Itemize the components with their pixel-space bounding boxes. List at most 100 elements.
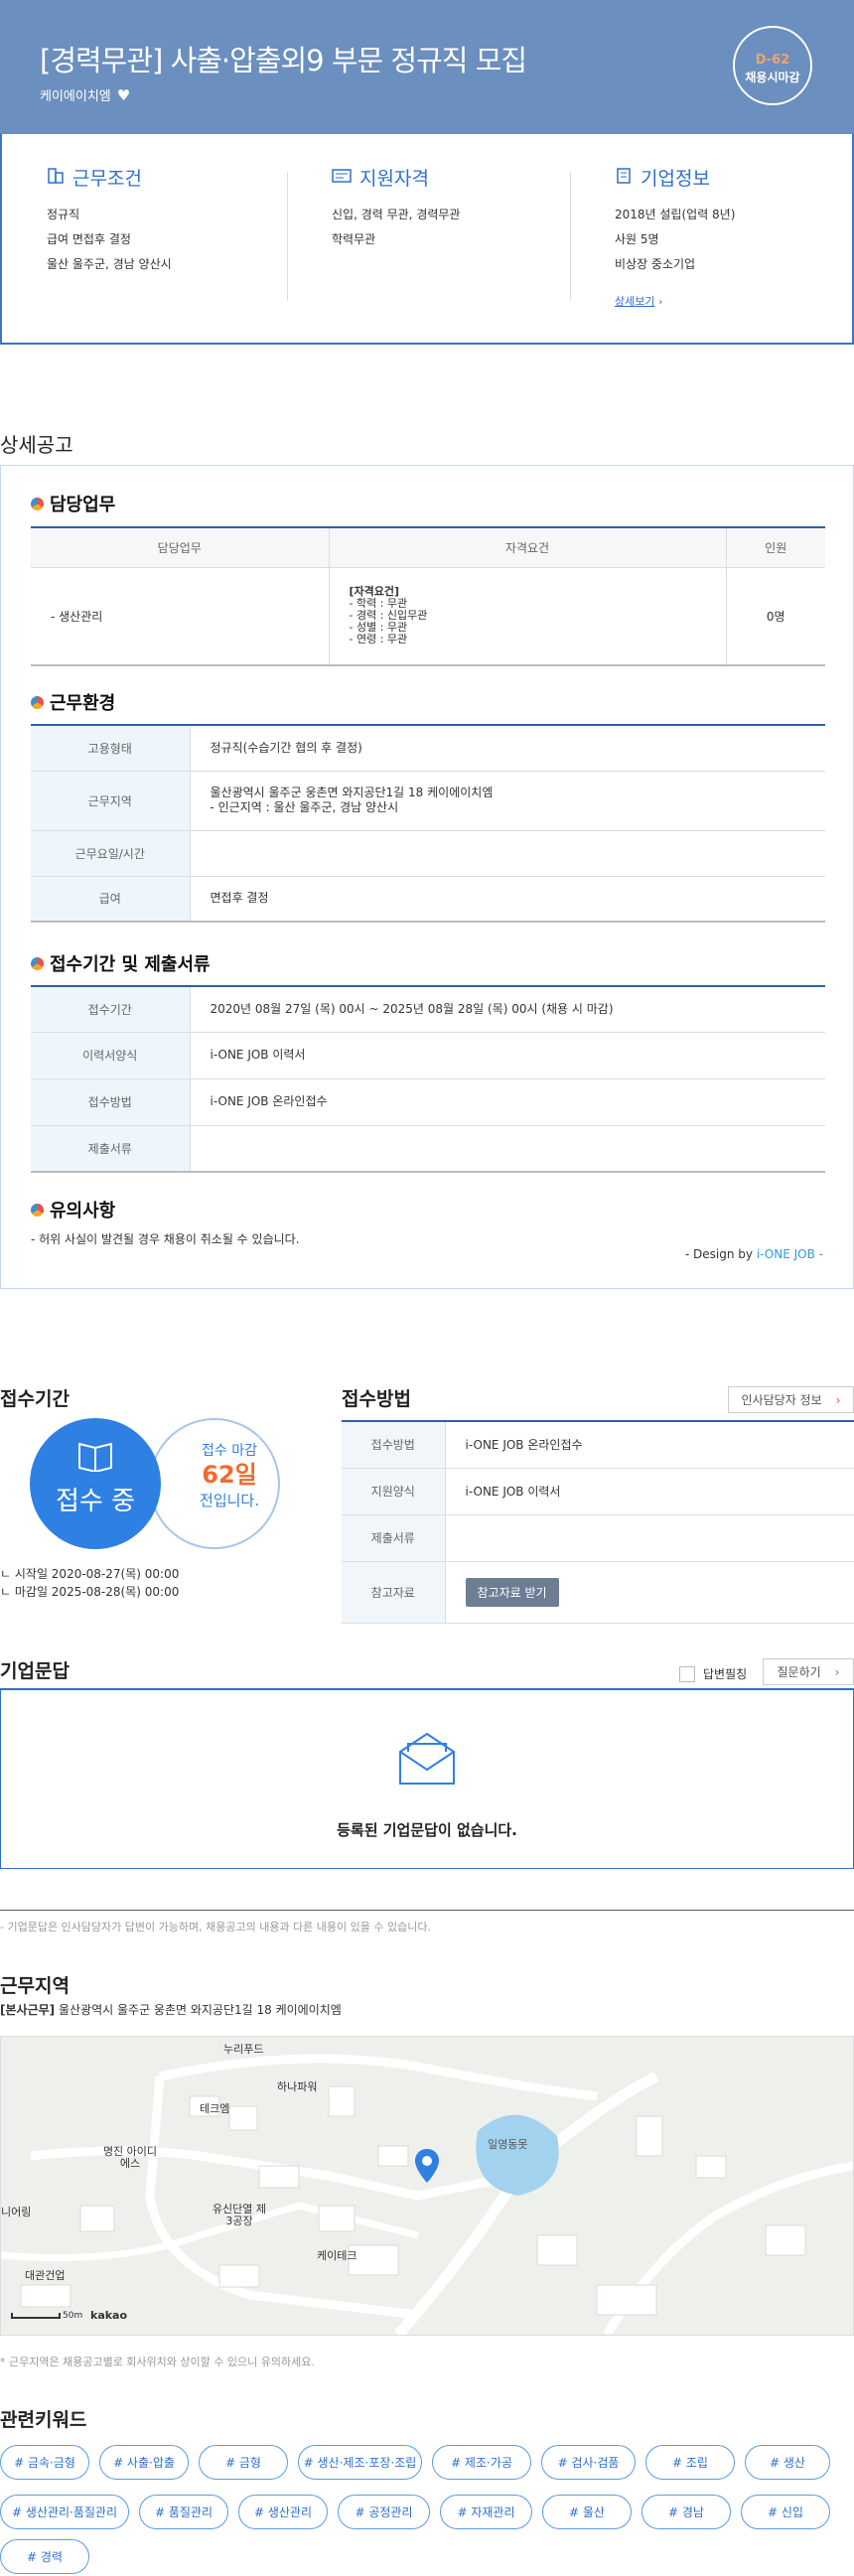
end-date: 마감일 2025-08-28(목) 00:00: [14, 1585, 180, 1599]
map[interactable]: 누리푸드 하나파워 테크엠 명진 아이디에스 유신단열 제3공장 케이테크 니어…: [0, 2036, 854, 2336]
divider: [570, 172, 571, 301]
keyword-tag[interactable]: # 경남: [641, 2495, 731, 2529]
location-pin-icon[interactable]: [414, 2148, 440, 2187]
keyword-tag[interactable]: # 울산: [542, 2495, 632, 2529]
office-icon: [615, 166, 633, 189]
keyword-tag[interactable]: # 공정관리: [338, 2495, 430, 2529]
dday-count: D-62: [755, 53, 790, 68]
env-label: 근무지역: [31, 771, 190, 831]
company-line: 사원 5명: [615, 232, 659, 246]
keyword-tag[interactable]: # 금속·금형: [0, 2445, 89, 2480]
map-label: 누리푸드: [223, 2043, 264, 2056]
docs-value: 2020년 08월 27일 (목) 00시 ~ 2025년 08월 28일 (목…: [189, 986, 825, 1033]
keywords-title: 관련키워드: [0, 2409, 87, 2431]
method-label: 지원양식: [342, 1468, 445, 1515]
keyword-tag[interactable]: # 금형: [199, 2445, 288, 2480]
keyword-tag[interactable]: # 생산·제조·포장·조립: [298, 2445, 422, 2480]
docs-heading: 접수기간 및 제출서류: [31, 950, 211, 976]
design-credit: - Design by i-ONE JOB -: [684, 1247, 823, 1261]
deadline-label: 접수 마감: [202, 1443, 257, 1459]
keyword-tag[interactable]: # 사출·압출: [99, 2445, 189, 2480]
duty-heading: 담당업무: [31, 491, 115, 516]
deadline-type: 채용시마감: [745, 71, 800, 84]
deadline-circle: 접수 마감 62일 전입니다.: [149, 1418, 280, 1549]
checkbox[interactable]: [679, 1665, 695, 1682]
docs-label: 접수방법: [31, 1078, 190, 1126]
env-heading: 근무환경: [31, 689, 115, 715]
work-conditions-title: 근무조건: [72, 168, 142, 190]
reference-download-button[interactable]: 참고자료 받기: [465, 1577, 559, 1607]
company-name-row[interactable]: 케이에이치엠 ♥: [40, 85, 130, 105]
map-label: 케이테크: [317, 2249, 357, 2262]
keyword-tag[interactable]: # 생산관리: [238, 2495, 328, 2529]
location-note: * 근무지역은 채용공고별로 회사위치와 상이할 수 있으니 유의하세요.: [0, 2356, 315, 2368]
env-value: 면접후 결정: [189, 876, 825, 923]
days-suffix: 전입니다.: [200, 1492, 259, 1509]
chevron-right-icon: ›: [834, 1664, 840, 1679]
notice-heading: 유의사항: [31, 1197, 115, 1222]
keyword-tag[interactable]: # 신입: [741, 2495, 830, 2529]
work-line: 급여 면접후 결정: [47, 232, 131, 246]
method-value: 참고자료 받기: [444, 1561, 854, 1624]
qa-note: - 기업문답은 인사담당자가 답변이 가능하며, 채용공고의 내용과 다른 내용…: [0, 1921, 431, 1933]
kakao-logo: kakao: [90, 2309, 128, 2322]
bullet-dot-icon: [31, 695, 44, 709]
work-line: 정규직: [47, 208, 80, 221]
period-title: 접수기간: [0, 1388, 70, 1410]
method-value: [444, 1514, 854, 1562]
keyword-tag[interactable]: # 생산: [745, 2445, 830, 2480]
env-table: 고용형태 정규직(수습기간 협의 후 결정) 근무지역 울산광역시 울주군 웅촌면 …: [31, 724, 825, 923]
env-label: 급여: [31, 876, 190, 923]
company-line: 2018년 설립(업력 8년): [615, 208, 736, 221]
map-label: 니어링: [1, 2206, 32, 2218]
keyword-tag[interactable]: # 조립: [645, 2445, 735, 2480]
company-info-title: 기업정보: [640, 168, 710, 190]
method-label: 접수방법: [342, 1421, 445, 1469]
method-value: i-ONE JOB 온라인접수: [444, 1421, 854, 1469]
keyword-tag[interactable]: # 자재관리: [440, 2495, 532, 2529]
duty-task: - 생산관리: [31, 566, 330, 666]
status-circle: 접수 중: [30, 1418, 161, 1549]
company-detail-link[interactable]: 상세보기: [615, 295, 654, 308]
keyword-tag[interactable]: # 경력: [0, 2539, 89, 2574]
ask-question-button[interactable]: 질문하기 ›: [763, 1658, 854, 1685]
qual-line: 학력무관: [332, 232, 376, 246]
method-table: 접수방법 i-ONE JOB 온라인접수 지원양식 i-ONE JOB 이력서 제출…: [342, 1420, 854, 1624]
chevron-right-icon: ›: [835, 1392, 841, 1407]
location-address: [본사근무] 울산광역시 울주군 웅촌면 와지공단1길 18 케이에이치엠: [0, 2003, 342, 2017]
map-label: 일영동못: [488, 2138, 528, 2151]
period-dates: ㄴ 시작일 2020-08-27(목) 00:00 ㄴ 마감일 2025-08-…: [0, 1567, 180, 1599]
qa-title: 기업문답: [0, 1660, 70, 1682]
map-label: 하나파워: [277, 2080, 318, 2093]
bullet-dot-icon: [31, 1203, 44, 1216]
keyword-tag[interactable]: # 생산관리·품질관리: [0, 2495, 129, 2529]
method-title: 접수방법: [342, 1388, 411, 1410]
company-name[interactable]: 케이에이치엠: [40, 85, 111, 104]
docs-table: 접수기간 2020년 08월 27일 (목) 00시 ~ 2025년 08월 28…: [31, 985, 825, 1173]
dday-badge: D-62 채용시마감: [733, 26, 812, 105]
company-info: 기업정보 2018년 설립(업력 8년) 사원 5명 비상장 중소기업 상세보기…: [615, 164, 853, 315]
job-title: [경력무관] 사출·압출외9 부문 정규직 모집: [40, 44, 527, 77]
th-headcount: 인원: [725, 527, 825, 568]
hr-contact-button[interactable]: 인사담당자 정보 ›: [728, 1386, 854, 1413]
id-card-icon: [332, 167, 352, 189]
duty-table: 담당업무 자격요건 인원 - 생산관리 [자격요건] - 학력 : 무관 - 경…: [31, 526, 825, 666]
keyword-tag[interactable]: # 검사·검품: [541, 2445, 636, 2480]
company-line: 비상장 중소기업: [615, 257, 696, 271]
answer-filter-checkbox[interactable]: 답변필칭: [679, 1665, 747, 1682]
heart-icon[interactable]: ♥: [117, 86, 130, 104]
env-value: [189, 830, 825, 877]
keyword-tag[interactable]: # 제조·가공: [432, 2445, 531, 2480]
method-label: 제출서류: [342, 1514, 445, 1562]
docs-value: [189, 1125, 825, 1173]
building-icon: [47, 166, 65, 189]
qa-box: 등록된 기업문답이 없습니다.: [0, 1688, 854, 1869]
env-value: 울산광역시 울주군 웅촌면 와지공단1길 18 케이에이치엠 - 인근지역 : 울…: [189, 771, 825, 831]
status-text: 접수 중: [55, 1487, 136, 1516]
scale-bar: [11, 2313, 61, 2319]
map-label: 테크엠: [200, 2102, 230, 2115]
qa-empty-message: 등록된 기업문답이 없습니다.: [337, 1821, 517, 1839]
job-header: [경력무관] 사출·압출외9 부문 정규직 모집 케이에이치엠 ♥ D-62 채…: [0, 0, 854, 134]
docs-value: i-ONE JOB 이력서: [189, 1032, 825, 1079]
keyword-tag[interactable]: # 품질관리: [139, 2495, 228, 2529]
